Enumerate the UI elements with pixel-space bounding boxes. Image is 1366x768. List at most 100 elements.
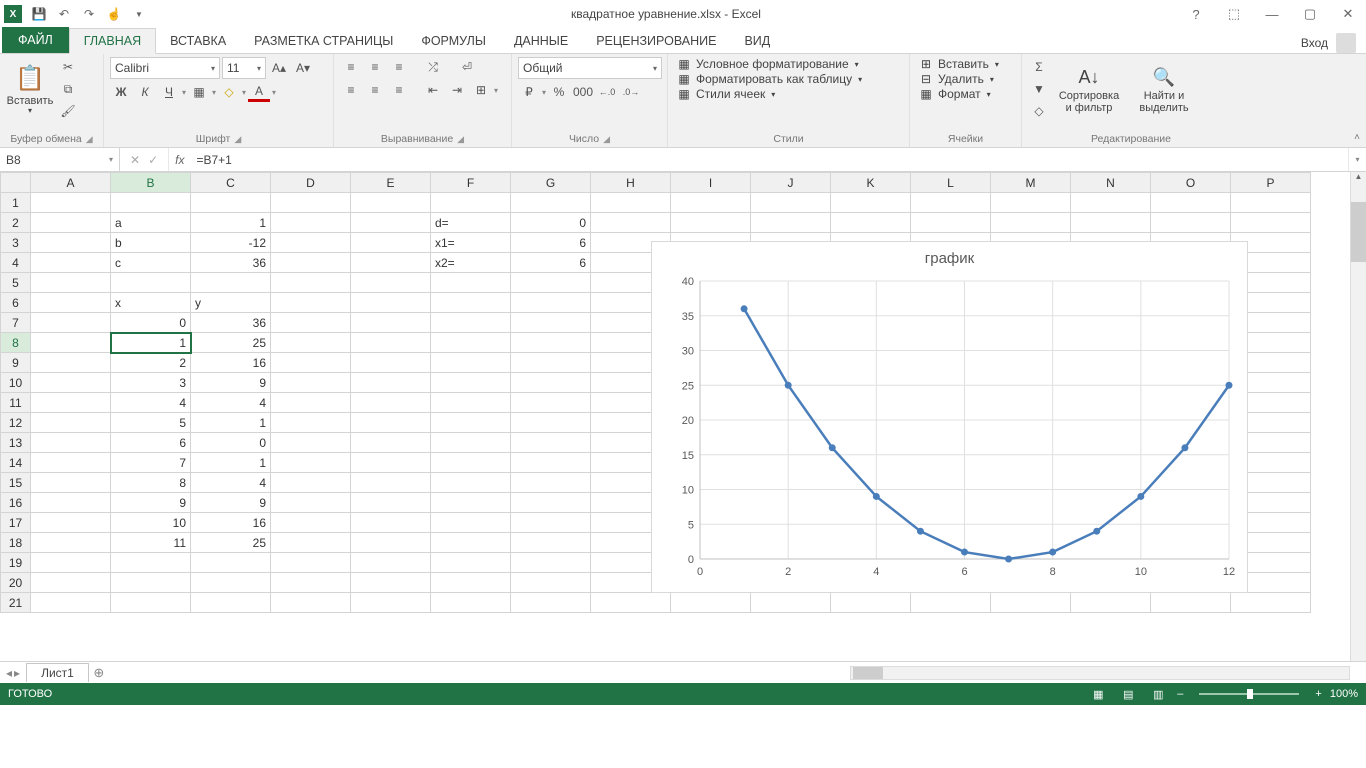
cell[interactable] — [271, 593, 351, 613]
cell[interactable]: 1 — [191, 413, 271, 433]
enter-formula-icon[interactable]: ✓ — [148, 153, 158, 167]
sheet-tab[interactable]: Лист1 — [26, 663, 89, 682]
tab-данные[interactable]: ДАННЫЕ — [500, 29, 582, 53]
cell[interactable]: 4 — [111, 393, 191, 413]
cell[interactable] — [431, 413, 511, 433]
cell[interactable]: 10 — [111, 513, 191, 533]
cell[interactable] — [431, 593, 511, 613]
column-header[interactable]: C — [191, 173, 271, 193]
cell[interactable] — [911, 213, 991, 233]
row-header[interactable]: 12 — [1, 413, 31, 433]
cell[interactable] — [431, 433, 511, 453]
cell[interactable] — [31, 353, 111, 373]
cell[interactable] — [511, 373, 591, 393]
cell[interactable] — [1231, 593, 1311, 613]
row-header[interactable]: 6 — [1, 293, 31, 313]
cell[interactable] — [991, 193, 1071, 213]
cell[interactable] — [431, 533, 511, 553]
cell[interactable] — [271, 213, 351, 233]
cell[interactable]: 25 — [191, 333, 271, 353]
cell[interactable] — [351, 253, 431, 273]
align-left-icon[interactable]: ≡ — [340, 80, 362, 100]
column-header[interactable]: H — [591, 173, 671, 193]
avatar[interactable] — [1336, 33, 1356, 53]
restore-icon[interactable]: ▢ — [1296, 4, 1324, 24]
cell[interactable] — [351, 413, 431, 433]
cell[interactable] — [1071, 193, 1151, 213]
tab-file[interactable]: ФАЙЛ — [2, 27, 69, 53]
cell[interactable] — [31, 473, 111, 493]
cell[interactable] — [31, 433, 111, 453]
cell[interactable] — [511, 573, 591, 593]
merge-center-icon[interactable]: ⊞ — [470, 80, 492, 100]
cell[interactable]: x1= — [431, 233, 511, 253]
fx-icon[interactable]: fx — [169, 148, 190, 171]
decrease-decimal-icon[interactable]: .0→ — [620, 82, 642, 102]
select-all-cell[interactable] — [1, 173, 31, 193]
cell[interactable] — [511, 293, 591, 313]
dialog-launcher-icon[interactable]: ◢ — [86, 134, 93, 145]
orientation-icon[interactable]: ⤮ — [422, 57, 444, 77]
cell[interactable] — [271, 313, 351, 333]
cell[interactable] — [431, 453, 511, 473]
column-header[interactable]: L — [911, 173, 991, 193]
normal-view-icon[interactable]: ▦ — [1087, 686, 1109, 702]
cell[interactable] — [831, 193, 911, 213]
cell[interactable]: a — [111, 213, 191, 233]
cell[interactable]: 25 — [191, 533, 271, 553]
cell[interactable] — [1231, 213, 1311, 233]
delete-cells-button[interactable]: ⊟Удалить▾ — [916, 72, 1015, 86]
column-header[interactable]: F — [431, 173, 511, 193]
cancel-formula-icon[interactable]: ✕ — [130, 153, 140, 167]
cell[interactable] — [511, 553, 591, 573]
row-header[interactable]: 15 — [1, 473, 31, 493]
row-header[interactable]: 20 — [1, 573, 31, 593]
cell[interactable] — [271, 253, 351, 273]
cell[interactable]: b — [111, 233, 191, 253]
copy-icon[interactable]: ⧉ — [57, 79, 79, 99]
increase-indent-icon[interactable]: ⇥ — [446, 80, 468, 100]
row-header[interactable]: 16 — [1, 493, 31, 513]
cell[interactable] — [31, 493, 111, 513]
cell[interactable]: 8 — [111, 473, 191, 493]
cell[interactable] — [271, 273, 351, 293]
save-icon[interactable]: 💾 — [28, 3, 50, 25]
cell[interactable] — [751, 593, 831, 613]
cell[interactable] — [351, 293, 431, 313]
tab-вставка[interactable]: ВСТАВКА — [156, 29, 240, 53]
row-header[interactable]: 9 — [1, 353, 31, 373]
cell[interactable] — [431, 353, 511, 373]
cell[interactable] — [271, 533, 351, 553]
cell[interactable]: 4 — [191, 393, 271, 413]
percent-format-icon[interactable]: % — [548, 82, 570, 102]
cell[interactable] — [351, 493, 431, 513]
dialog-launcher-icon[interactable]: ◢ — [234, 134, 241, 145]
redo-icon[interactable]: ↷ — [78, 3, 100, 25]
cell[interactable] — [511, 493, 591, 513]
qat-dropdown-icon[interactable]: ▼ — [128, 3, 150, 25]
column-header[interactable]: J — [751, 173, 831, 193]
cell[interactable] — [191, 573, 271, 593]
row-header[interactable]: 3 — [1, 233, 31, 253]
cell[interactable]: 6 — [511, 253, 591, 273]
formula-input[interactable]: =B7+1 — [190, 148, 1348, 171]
cell[interactable] — [431, 273, 511, 293]
cell[interactable] — [511, 473, 591, 493]
cell[interactable] — [31, 233, 111, 253]
sheet-nav-prev-icon[interactable]: ◂ — [6, 666, 12, 680]
fill-icon[interactable]: ▼ — [1028, 79, 1050, 99]
cell[interactable] — [431, 373, 511, 393]
decrease-font-icon[interactable]: A▾ — [292, 58, 314, 78]
cell[interactable] — [111, 193, 191, 213]
cell[interactable] — [671, 193, 751, 213]
minimize-icon[interactable]: — — [1258, 4, 1286, 24]
format-painter-icon[interactable]: 🖌 — [57, 101, 79, 121]
cell[interactable] — [351, 553, 431, 573]
undo-icon[interactable]: ↶ — [53, 3, 75, 25]
cell[interactable]: 6 — [511, 233, 591, 253]
cell[interactable] — [1231, 193, 1311, 213]
cell[interactable] — [351, 313, 431, 333]
sort-filter-button[interactable]: A↓ Сортировка и фильтр — [1053, 57, 1125, 125]
cell[interactable] — [511, 393, 591, 413]
cell[interactable]: 9 — [191, 493, 271, 513]
